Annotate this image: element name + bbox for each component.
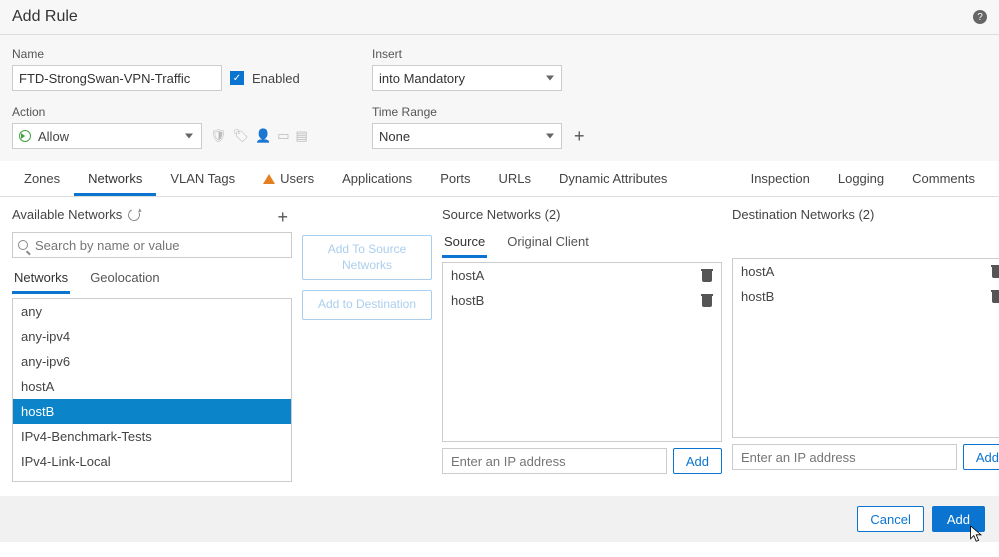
source-title: Source Networks (2): [442, 207, 722, 222]
refresh-icon[interactable]: [127, 207, 142, 222]
action-label: Action: [12, 105, 372, 119]
subtab-geolocation[interactable]: Geolocation: [88, 264, 161, 294]
available-listbox[interactable]: any any-ipv4 any-ipv6 hostA hostB IPv4-B…: [12, 298, 292, 482]
action-value: Allow: [38, 129, 69, 144]
main-tabs: Zones Networks VLAN Tags Users Applicati…: [0, 161, 999, 197]
tab-users[interactable]: Users: [249, 161, 328, 196]
list-item: hostA: [443, 263, 721, 288]
insert-label: Insert: [372, 47, 987, 61]
add-to-source-button[interactable]: Add To Source Networks: [302, 235, 432, 280]
subtab-networks[interactable]: Networks: [12, 264, 70, 294]
list-item[interactable]: IPv4-Benchmark-Tests: [13, 424, 291, 449]
clock-icon: ▭: [277, 128, 289, 144]
trash-icon[interactable]: [991, 290, 999, 303]
list-item[interactable]: IPv4-Multicast: [13, 474, 291, 482]
list-item: hostB: [443, 288, 721, 313]
list-item[interactable]: IPv4-Link-Local: [13, 449, 291, 474]
cancel-button[interactable]: Cancel: [857, 506, 923, 532]
dest-add-button[interactable]: Add: [963, 444, 999, 470]
item-label: hostA: [741, 264, 774, 279]
source-add-button[interactable]: Add: [673, 448, 722, 474]
item-label: hostB: [741, 289, 774, 304]
time-range-field: Time Range None +: [372, 105, 987, 149]
shield-icon: 🛡: [210, 128, 227, 144]
tab-networks[interactable]: Networks: [74, 161, 156, 196]
tab-vlan-tags[interactable]: VLAN Tags: [156, 161, 249, 196]
trash-icon[interactable]: [701, 269, 713, 282]
trash-icon[interactable]: [991, 265, 999, 278]
search-icon: [18, 240, 28, 250]
time-range-select[interactable]: None: [372, 123, 562, 149]
list-item: hostA: [733, 259, 999, 284]
action-select[interactable]: Allow: [12, 123, 202, 149]
action-icons: 🛡 🏷 👤 ▭ ▤: [210, 128, 308, 144]
tab-users-label: Users: [280, 171, 314, 186]
destination-networks-panel: Destination Networks (2) hostA hostB Add: [732, 207, 999, 482]
subtab-original-client[interactable]: Original Client: [505, 228, 591, 258]
add-button[interactable]: Add: [932, 506, 985, 532]
add-network-button[interactable]: +: [273, 207, 292, 228]
time-range-label: Time Range: [372, 105, 987, 119]
insert-field: Insert into Mandatory: [372, 47, 987, 91]
add-to-destination-button[interactable]: Add to Destination: [302, 290, 432, 320]
list-item: hostB: [733, 284, 999, 309]
list-item[interactable]: hostB: [13, 399, 291, 424]
trash-icon[interactable]: [701, 294, 713, 307]
search-input[interactable]: [12, 232, 292, 258]
warning-icon: [263, 174, 275, 184]
action-field: Action Allow 🛡 🏷 👤 ▭ ▤: [12, 105, 372, 149]
user-icon: 👤: [255, 128, 271, 144]
tab-logging[interactable]: Logging: [824, 161, 898, 196]
add-time-range-button[interactable]: +: [570, 126, 589, 147]
enabled-label: Enabled: [252, 71, 300, 86]
available-title: Available Networks: [12, 207, 122, 222]
tab-comments[interactable]: Comments: [898, 161, 989, 196]
tab-applications[interactable]: Applications: [328, 161, 426, 196]
dialog-title: Add Rule: [12, 8, 973, 26]
subtab-source[interactable]: Source: [442, 228, 487, 258]
list-item[interactable]: hostA: [13, 374, 291, 399]
note-icon: ▤: [296, 128, 308, 144]
tab-dynamic-attributes[interactable]: Dynamic Attributes: [545, 161, 681, 196]
tag-icon: 🏷: [233, 128, 250, 144]
tab-inspection[interactable]: Inspection: [737, 161, 824, 196]
available-networks-panel: Available Networks + Networks Geolocatio…: [12, 207, 292, 482]
item-label: hostA: [451, 268, 484, 283]
dest-ip-input[interactable]: [732, 444, 957, 470]
tab-zones[interactable]: Zones: [10, 161, 74, 196]
name-input[interactable]: [12, 65, 222, 91]
list-item[interactable]: any: [13, 299, 291, 324]
source-networks-panel: Source Networks (2) Source Original Clie…: [442, 207, 722, 482]
dest-list: hostA hostB: [732, 258, 999, 438]
insert-select[interactable]: into Mandatory: [372, 65, 562, 91]
item-label: hostB: [451, 293, 484, 308]
name-label: Name: [12, 47, 372, 61]
list-item[interactable]: any-ipv4: [13, 324, 291, 349]
dest-title: Destination Networks (2): [732, 207, 999, 222]
enabled-checkbox[interactable]: ✓: [230, 71, 244, 85]
source-list: hostA hostB: [442, 262, 722, 442]
transfer-buttons: Add To Source Networks Add to Destinatio…: [302, 207, 432, 482]
help-icon[interactable]: ?: [973, 10, 987, 24]
tab-urls[interactable]: URLs: [485, 161, 546, 196]
dialog-footer: Cancel Add: [0, 496, 999, 542]
source-ip-input[interactable]: [442, 448, 667, 474]
allow-icon: [19, 130, 31, 142]
list-item[interactable]: any-ipv6: [13, 349, 291, 374]
tab-ports[interactable]: Ports: [426, 161, 484, 196]
name-field: Name ✓ Enabled: [12, 47, 372, 91]
